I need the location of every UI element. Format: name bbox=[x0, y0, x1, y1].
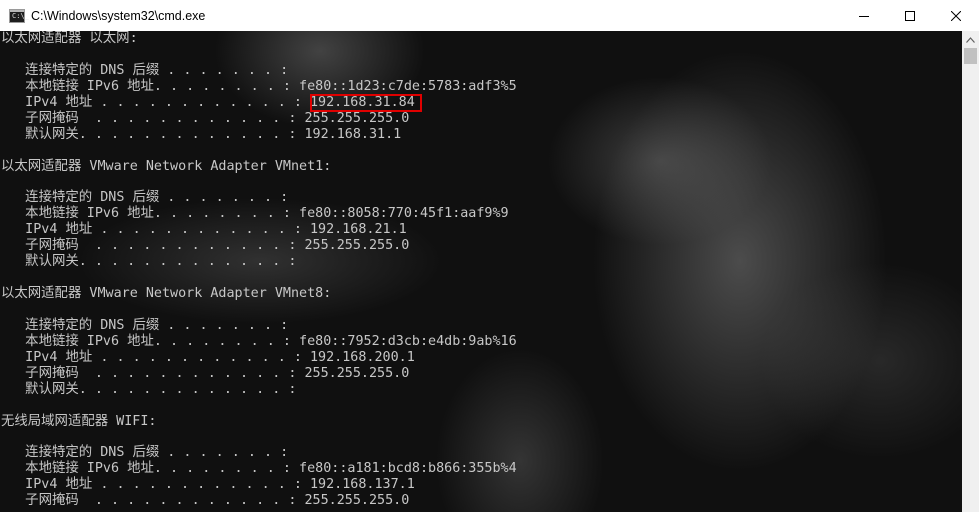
console-line: 连接特定的 DNS 后缀 . . . . . . . : bbox=[1, 62, 289, 78]
scroll-thumb[interactable] bbox=[964, 48, 977, 64]
chevron-up-icon bbox=[966, 36, 975, 43]
console-line: 子网掩码 . . . . . . . . . . . . : 255.255.2… bbox=[1, 238, 410, 254]
maximize-button[interactable] bbox=[887, 0, 933, 31]
console-line: 连接特定的 DNS 后缀 . . . . . . . : bbox=[1, 317, 289, 333]
ipv4-highlight-box bbox=[310, 94, 422, 112]
console-line: 本地链接 IPv6 地址. . . . . . . . : fe80::8058… bbox=[1, 206, 509, 222]
console-line: IPv4 地址 . . . . . . . . . . . . : 192.16… bbox=[1, 94, 415, 110]
scroll-up-button[interactable] bbox=[962, 31, 979, 48]
console-line: 默认网关. . . . . . . . . . . . . : bbox=[1, 254, 297, 270]
console-line: 以太网适配器 VMware Network Adapter VMnet8: bbox=[1, 286, 332, 301]
console-line: IPv4 地址 . . . . . . . . . . . . : 192.16… bbox=[1, 222, 407, 238]
console-text: 以太网适配器 以太网: 连接特定的 DNS 后缀 . . . . . . . :… bbox=[0, 31, 962, 509]
vertical-scrollbar[interactable] bbox=[962, 31, 979, 512]
console-line: 以太网适配器 VMware Network Adapter VMnet1: bbox=[1, 158, 332, 174]
title-bar[interactable]: C:\_ C:\Windows\system32\cmd.exe bbox=[0, 0, 979, 32]
console-line: 子网掩码 . . . . . . . . . . . . : 255.255.2… bbox=[1, 110, 410, 126]
console-line: 无线局域网适配器 WIFI: bbox=[1, 413, 157, 429]
minimize-icon bbox=[859, 15, 869, 17]
console-line: IPv4 地址 . . . . . . . . . . . . : 192.16… bbox=[1, 349, 415, 365]
console-line: 连接特定的 DNS 后缀 . . . . . . . : bbox=[1, 445, 289, 461]
window-controls bbox=[841, 0, 979, 31]
window-title: C:\Windows\system32\cmd.exe bbox=[31, 8, 206, 23]
console-line: 连接特定的 DNS 后缀 . . . . . . . : bbox=[1, 190, 289, 206]
close-icon bbox=[951, 10, 961, 21]
cmd-app-icon[interactable]: C:\_ bbox=[9, 8, 29, 23]
console-output[interactable]: 以太网适配器 以太网: 连接特定的 DNS 后缀 . . . . . . . :… bbox=[0, 31, 962, 512]
console-line: 以太网适配器 以太网: bbox=[1, 31, 138, 46]
console-line: 本地链接 IPv6 地址. . . . . . . . : fe80::1d23… bbox=[1, 78, 517, 94]
console-line: 子网掩码 . . . . . . . . . . . . : 255.255.2… bbox=[1, 493, 410, 509]
maximize-icon bbox=[905, 10, 915, 21]
cmd-window: C:\_ C:\Windows\system32\cmd.exe 以太网适配器 … bbox=[0, 0, 979, 512]
console-line: 本地链接 IPv6 地址. . . . . . . . : fe80::7952… bbox=[1, 333, 517, 349]
close-button[interactable] bbox=[933, 0, 979, 31]
cmd-app-icon-glyph: C:\_ bbox=[12, 11, 29, 20]
console-line: 子网掩码 . . . . . . . . . . . . : 255.255.2… bbox=[1, 365, 410, 381]
console-line: 默认网关. . . . . . . . . . . . . : 192.168.… bbox=[1, 126, 402, 142]
console-line: IPv4 地址 . . . . . . . . . . . . : 192.16… bbox=[1, 477, 415, 493]
console-line: 默认网关. . . . . . . . . . . . . : bbox=[1, 381, 297, 397]
minimize-button[interactable] bbox=[841, 0, 887, 31]
console-line: 本地链接 IPv6 地址. . . . . . . . : fe80::a181… bbox=[1, 461, 517, 477]
